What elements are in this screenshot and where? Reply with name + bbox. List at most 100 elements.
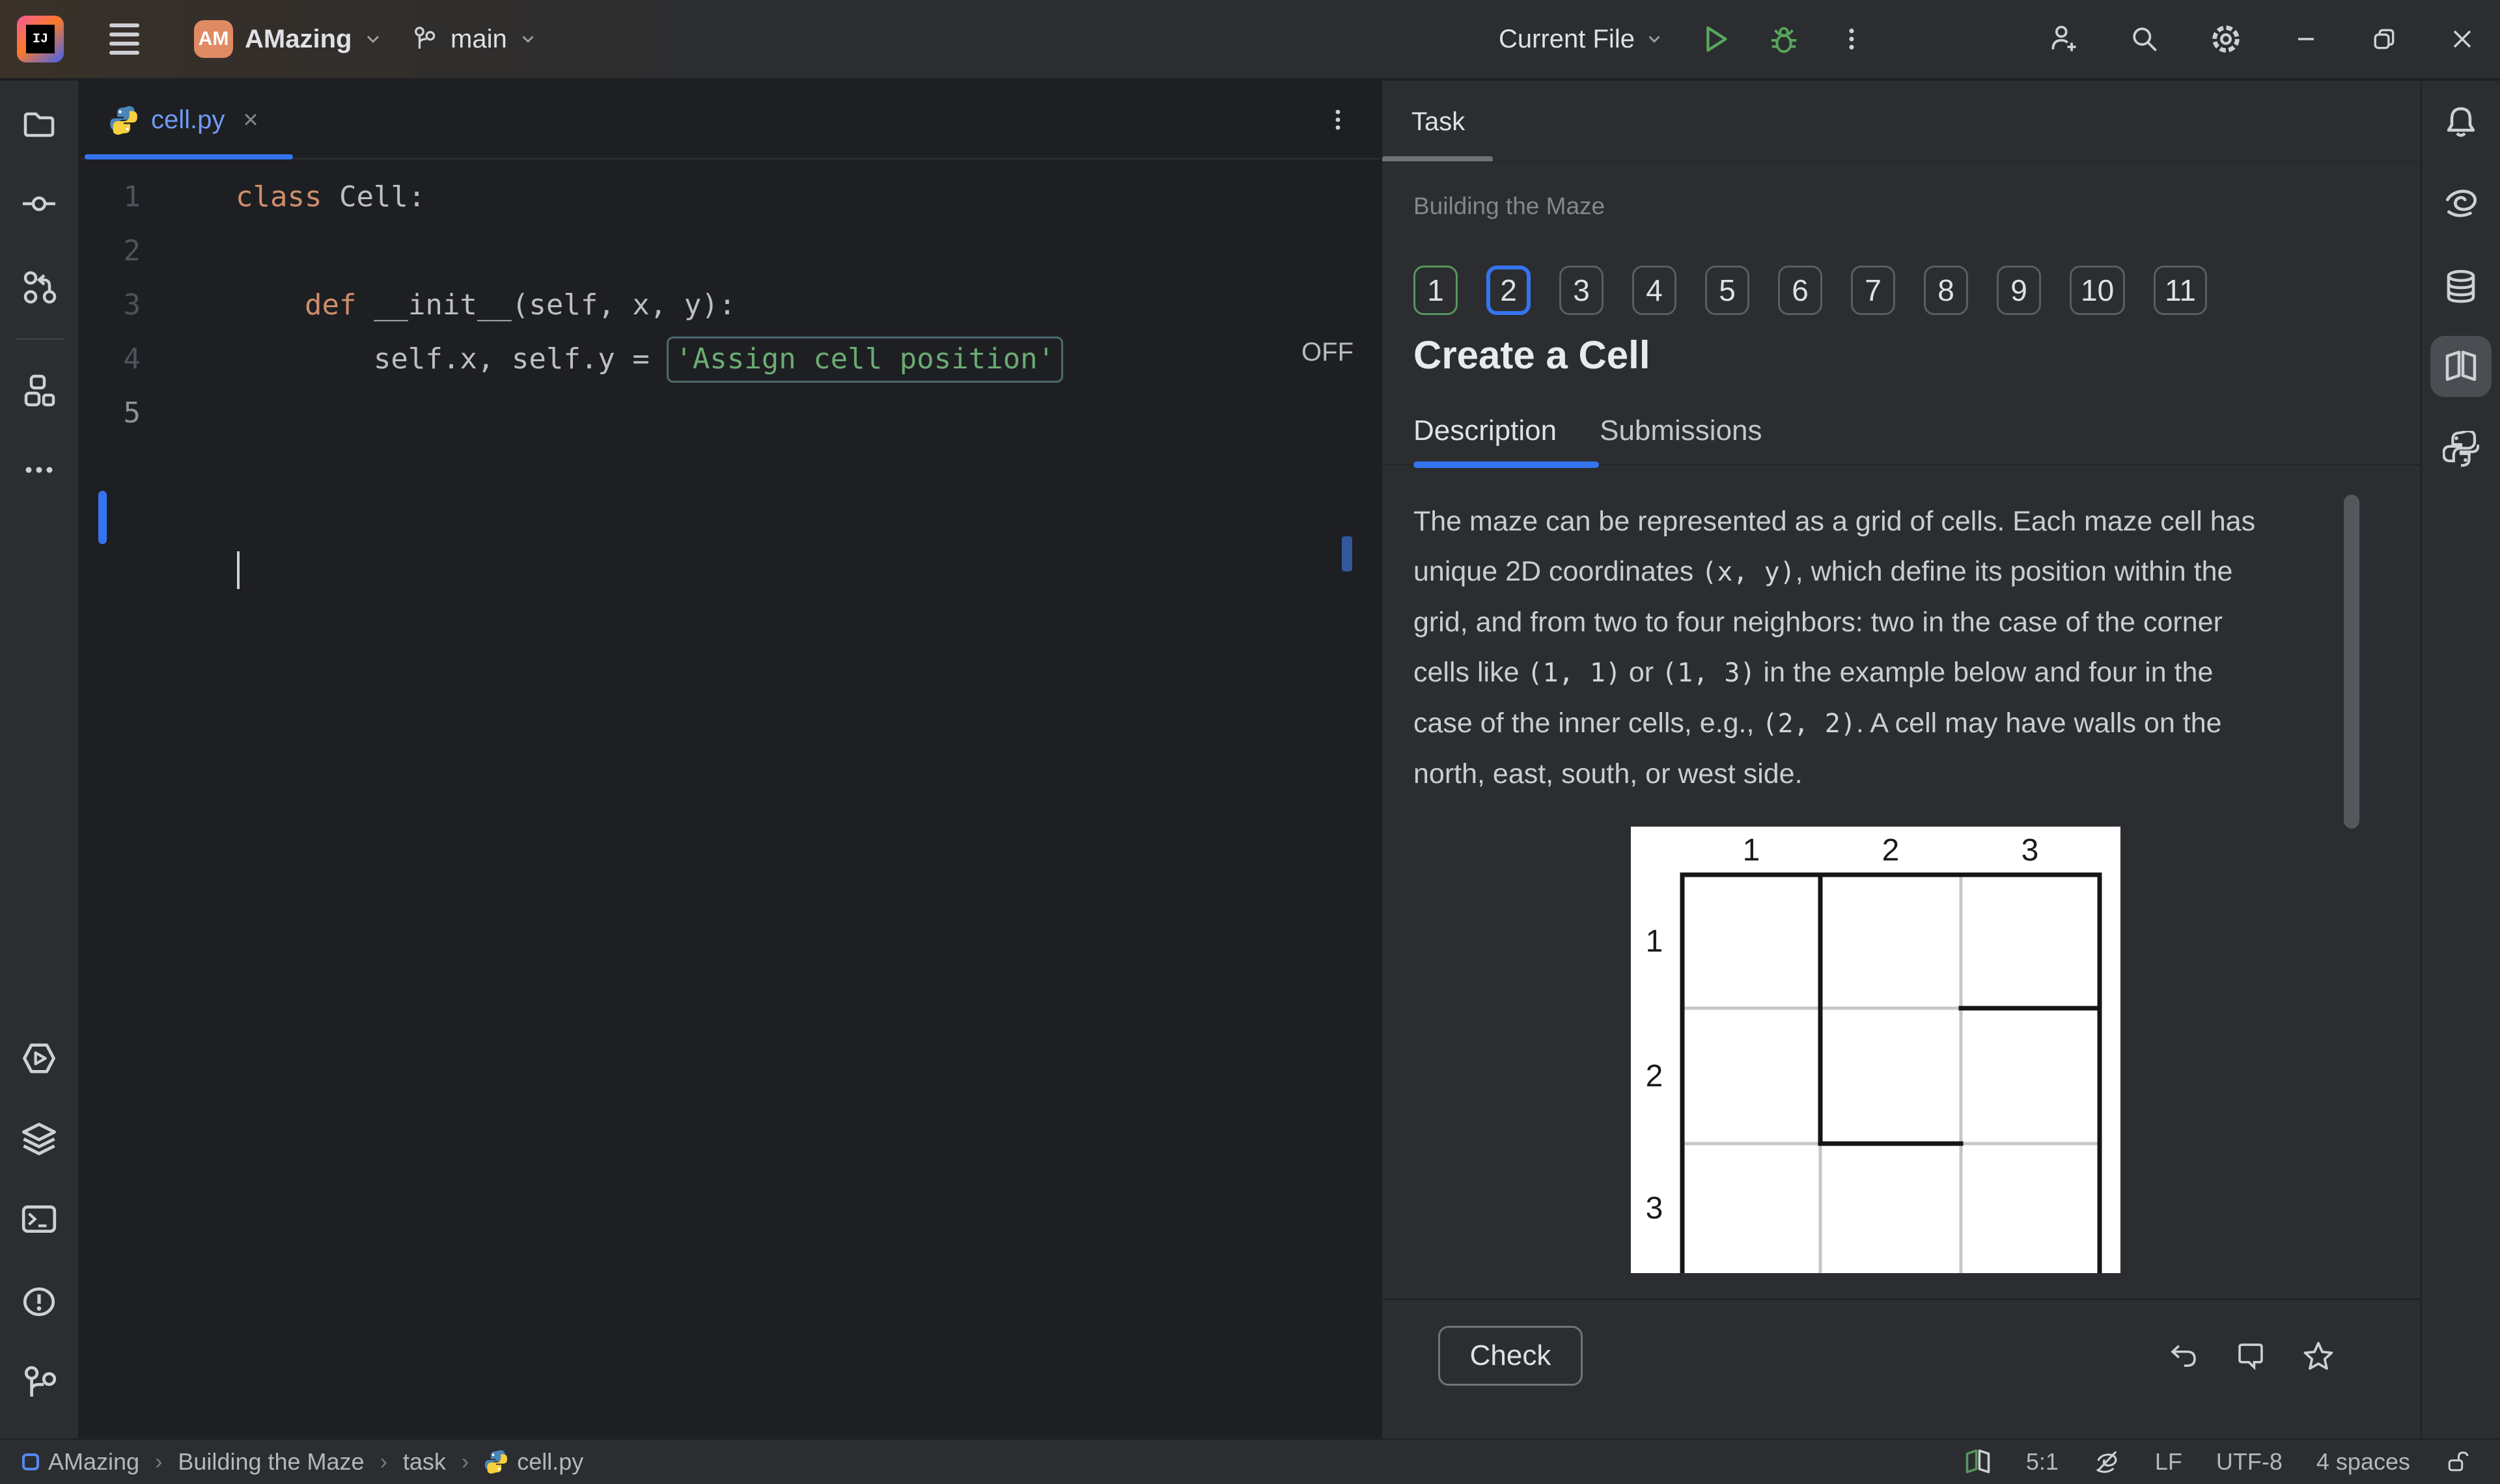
breadcrumb-item[interactable]: cell.py bbox=[484, 1448, 583, 1476]
tool-window-tab-task[interactable]: Task bbox=[1411, 81, 1465, 163]
settings-gear-icon[interactable] bbox=[2208, 21, 2243, 57]
line-number: 3 bbox=[123, 288, 141, 322]
ai-assistant-icon[interactable] bbox=[2442, 185, 2480, 223]
breadcrumb-item[interactable]: task bbox=[403, 1448, 446, 1476]
task-panel-body: Building the Maze 1 2 3 4 5 6 7 8 9 10 11 Create a… bbox=[1382, 164, 2421, 1298]
chevron-down-icon bbox=[522, 36, 534, 43]
status-bar: AMazing › Building the Maze › task › cell.py 5… bbox=[0, 1438, 2500, 1484]
task-step-2[interactable]: 2 bbox=[1486, 266, 1531, 315]
problems-icon[interactable] bbox=[20, 1283, 58, 1321]
tab-cell-py[interactable]: cell.py × bbox=[81, 81, 282, 159]
answer-placeholder: 'Assign cell position' bbox=[667, 337, 1064, 383]
favorite-star-icon[interactable] bbox=[2301, 1340, 2335, 1373]
more-tool-windows-icon[interactable] bbox=[21, 452, 57, 488]
terminal-icon[interactable] bbox=[20, 1200, 58, 1238]
active-tab-indicator bbox=[85, 154, 293, 159]
project-icon bbox=[22, 1453, 39, 1470]
code-line[interactable]: 4 self.x, self.y = 'Assign cell position… bbox=[81, 332, 1380, 386]
tab-close-icon[interactable]: × bbox=[243, 105, 258, 135]
breadcrumb-item[interactable]: AMazing bbox=[22, 1448, 139, 1476]
close-window-button[interactable] bbox=[2447, 23, 2478, 55]
file-encoding[interactable]: UTF-8 bbox=[2216, 1448, 2283, 1476]
task-step-11[interactable]: 11 bbox=[2154, 266, 2207, 315]
project-avatar: AM bbox=[194, 20, 233, 58]
commit-icon[interactable] bbox=[21, 186, 57, 222]
project-widget[interactable]: AM AMazing bbox=[194, 0, 383, 78]
task-step-1[interactable]: 1 bbox=[1413, 266, 1458, 315]
line-ending[interactable]: LF bbox=[2155, 1448, 2182, 1476]
maze-col-label: 1 bbox=[1743, 833, 1760, 868]
restore-window-button[interactable] bbox=[2368, 23, 2400, 55]
chevron-down-icon bbox=[1648, 36, 1660, 43]
tab-description[interactable]: Description bbox=[1413, 415, 1557, 447]
code-lines: 1 class Cell: 2 3 def __init__(self, x, y):… bbox=[81, 161, 1380, 440]
task-step-8[interactable]: 8 bbox=[1924, 266, 1968, 315]
services-run-icon[interactable] bbox=[20, 1039, 59, 1078]
run-config-selector[interactable]: Current File bbox=[1499, 25, 1663, 54]
caret-position[interactable]: 5:1 bbox=[2026, 1448, 2059, 1476]
minimize-button[interactable] bbox=[2290, 23, 2322, 55]
unlocked-icon[interactable] bbox=[2444, 1448, 2471, 1476]
comment-icon[interactable] bbox=[2234, 1340, 2267, 1372]
reset-icon[interactable] bbox=[2167, 1340, 2200, 1372]
breadcrumb-item[interactable]: Building the Maze bbox=[178, 1448, 364, 1476]
version-control-icon[interactable] bbox=[20, 1364, 58, 1402]
git-branch-icon bbox=[415, 27, 436, 49]
run-config-name: Current File bbox=[1499, 24, 1635, 53]
code-area[interactable]: 1 class Cell: 2 3 def __init__(self, x, y):… bbox=[81, 161, 1380, 1438]
task-step-5[interactable]: 5 bbox=[1705, 266, 1749, 315]
task-step-6[interactable]: 6 bbox=[1778, 266, 1822, 315]
structure-icon[interactable] bbox=[21, 372, 57, 409]
inline-code: (2, 2) bbox=[1762, 709, 1856, 739]
maze-col-label: 2 bbox=[1882, 833, 1900, 868]
code-line[interactable]: 1 class Cell: bbox=[81, 170, 1380, 224]
search-icon[interactable] bbox=[2128, 22, 2161, 56]
code-line[interactable]: 2 bbox=[81, 224, 1380, 278]
ide-logo[interactable]: IJ bbox=[17, 0, 64, 78]
notifications-bell-icon[interactable] bbox=[2443, 104, 2479, 141]
task-step-7[interactable]: 7 bbox=[1851, 266, 1895, 315]
task-panel-header: Task bbox=[1382, 81, 2421, 163]
python-packages-icon[interactable] bbox=[20, 1120, 59, 1159]
line-text: class Cell: bbox=[236, 180, 425, 213]
pull-request-icon[interactable] bbox=[21, 268, 57, 305]
editor-tab-bar: cell.py × bbox=[81, 81, 1380, 159]
course-progress-book-icon[interactable] bbox=[1964, 1448, 1992, 1476]
code-line[interactable]: 3 def __init__(self, x, y): bbox=[81, 278, 1380, 332]
python-console-icon[interactable] bbox=[2443, 431, 2479, 467]
add-user-icon[interactable] bbox=[2047, 22, 2081, 56]
inline-completion-off-label: OFF bbox=[1301, 338, 1354, 366]
code-token: def bbox=[304, 288, 374, 322]
task-scrollbar-thumb[interactable] bbox=[2344, 495, 2359, 829]
breadcrumb-separator: › bbox=[380, 1449, 387, 1474]
breadcrumb: AMazing › Building the Maze › task › cell.py bbox=[22, 1448, 583, 1476]
project-folder-icon[interactable] bbox=[21, 105, 57, 142]
more-vertical-icon[interactable] bbox=[1835, 23, 1868, 55]
run-button[interactable] bbox=[1697, 21, 1732, 57]
task-step-10[interactable]: 10 bbox=[2070, 266, 2126, 315]
maze-row-label: 3 bbox=[1646, 1191, 1663, 1226]
maze-figure: 1 2 3 1 2 3 bbox=[1631, 827, 2120, 1273]
tab-submissions[interactable]: Submissions bbox=[1600, 415, 1762, 447]
title-bar: IJ AM AMazing main Current File bbox=[0, 0, 2500, 79]
debug-button[interactable] bbox=[1766, 21, 1801, 57]
hamburger-icon bbox=[109, 18, 139, 60]
indent-setting[interactable]: 4 spaces bbox=[2316, 1448, 2410, 1476]
description-line: grid, and from two to four neighbors: tw… bbox=[1413, 607, 2223, 638]
ai-completion-off-icon[interactable] bbox=[2092, 1448, 2121, 1476]
course-book-icon[interactable] bbox=[2443, 348, 2479, 385]
task-step-4[interactable]: 4 bbox=[1632, 266, 1676, 315]
check-button[interactable]: Check bbox=[1438, 1326, 1583, 1386]
code-line[interactable]: 5 bbox=[81, 386, 1380, 440]
branch-widget[interactable]: main bbox=[409, 0, 537, 78]
active-description-indicator bbox=[1413, 461, 1599, 468]
database-icon[interactable] bbox=[2443, 268, 2479, 305]
task-description-text: The maze can be represented as a grid of… bbox=[1413, 497, 2323, 799]
line-text: def __init__(self, x, y): bbox=[236, 288, 736, 322]
editor-options-icon[interactable] bbox=[1322, 104, 1354, 135]
task-step-3[interactable]: 3 bbox=[1559, 266, 1604, 315]
line-number: 1 bbox=[123, 180, 141, 213]
task-step-9[interactable]: 9 bbox=[1997, 266, 2041, 315]
main-menu-button[interactable] bbox=[109, 0, 139, 78]
